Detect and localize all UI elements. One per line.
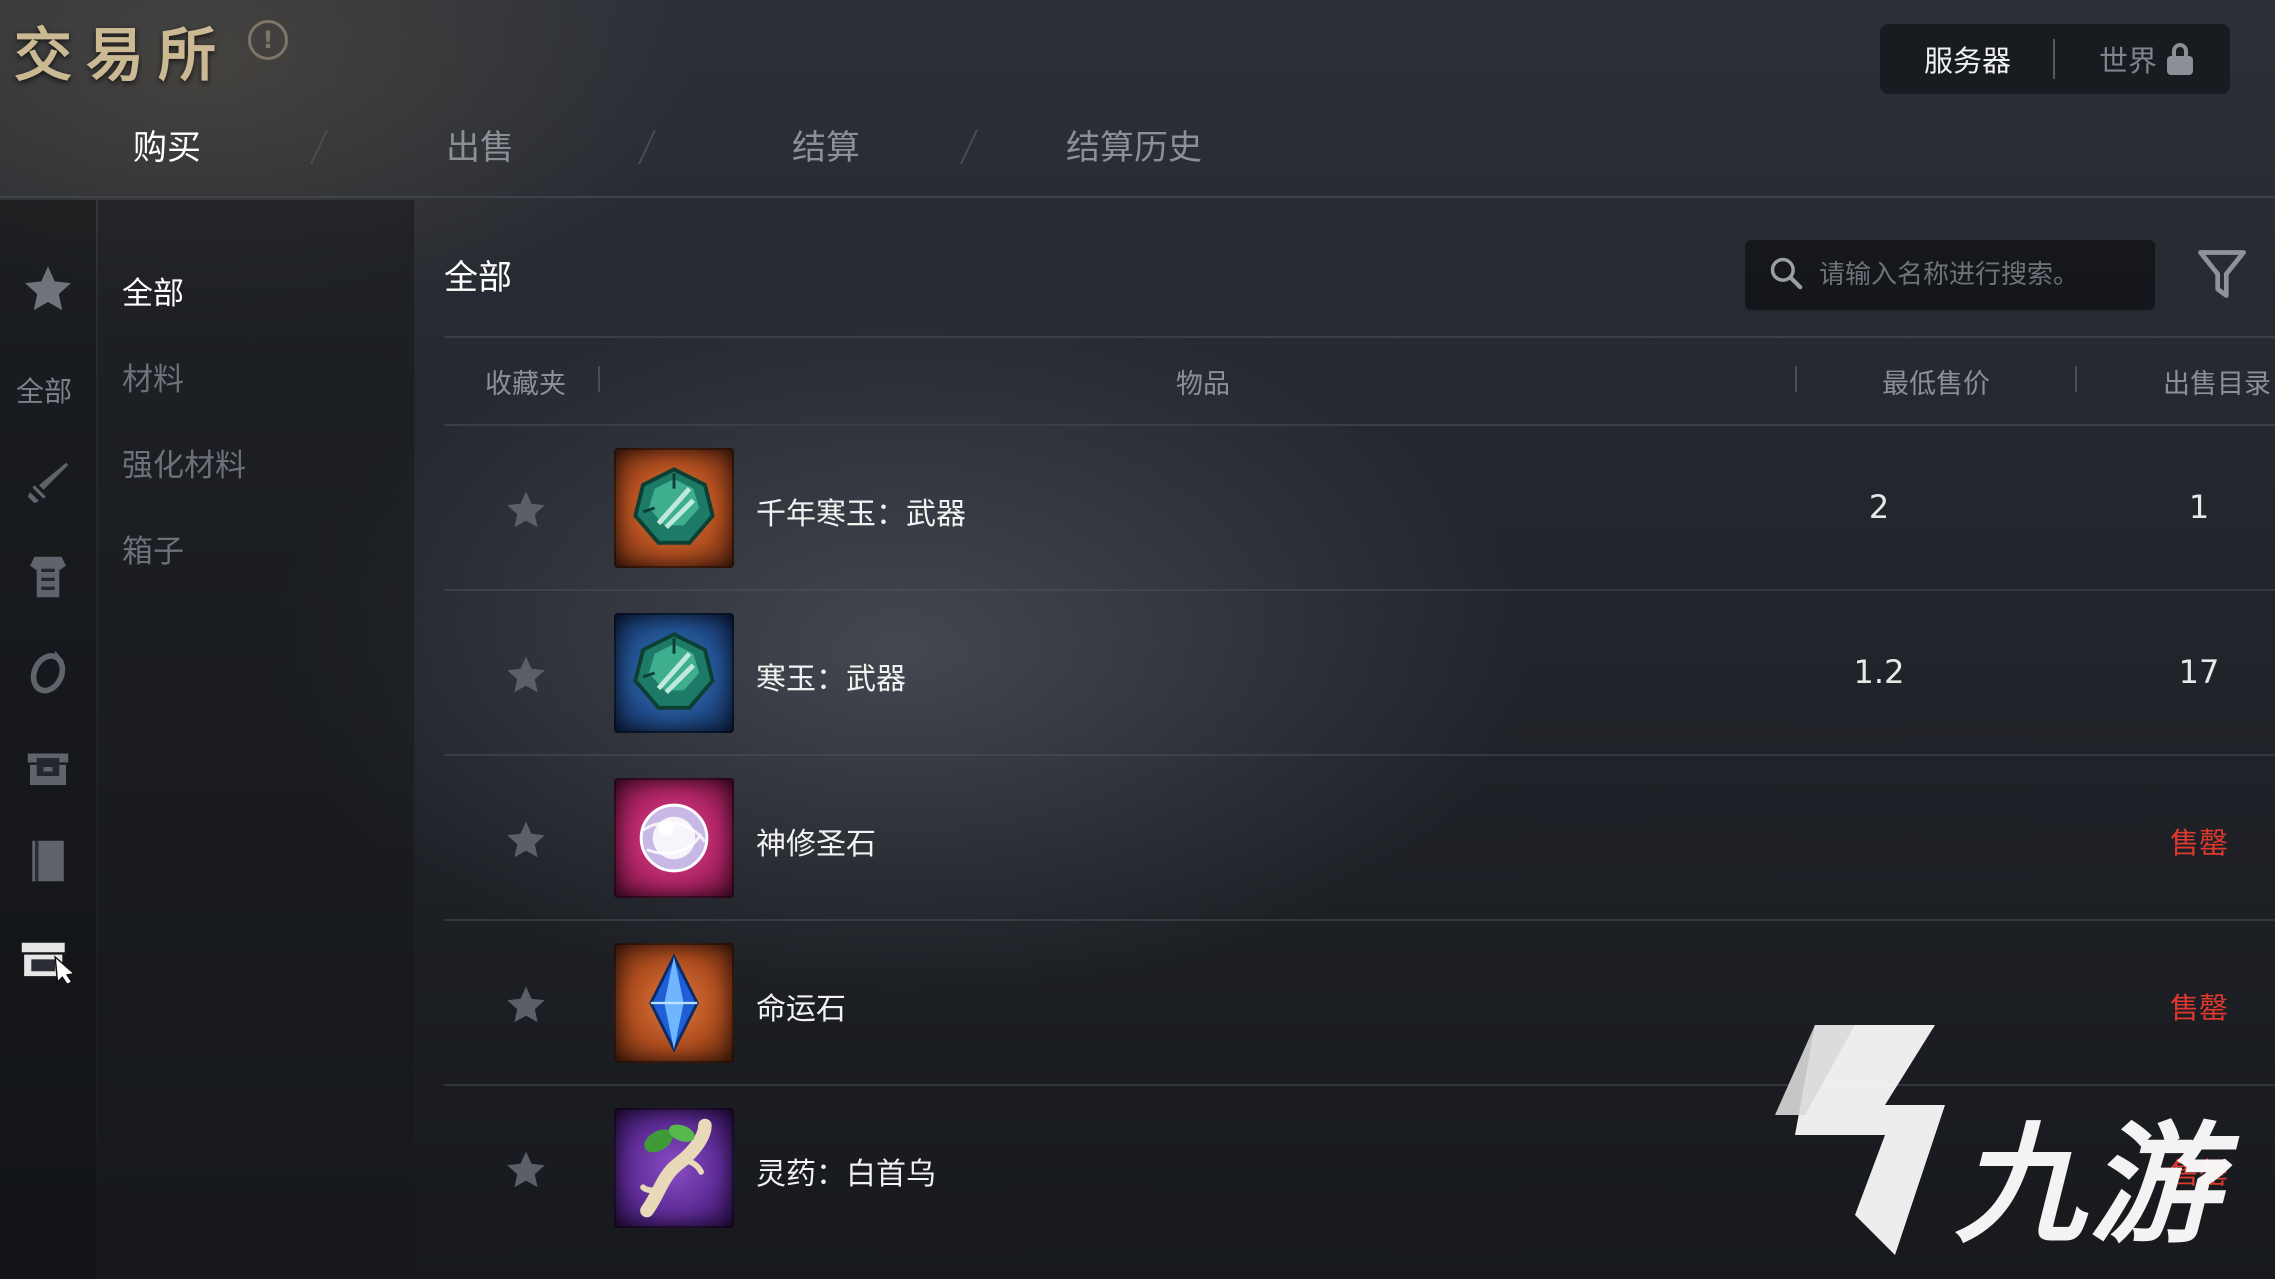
watermark-logo: 九游 [1775,1025,2245,1261]
herb-root-icon [614,1108,734,1228]
category-item-materials[interactable]: 材料 [122,354,184,399]
main-tabs: 购买 出售 结算 结算历史 [0,110,1300,190]
info-icon[interactable]: ! [248,20,288,60]
tab-sell[interactable]: 出售 [446,120,514,169]
category-item-all[interactable]: 全部 [122,268,184,313]
favorites-star-icon[interactable] [0,262,96,316]
destiny-crystal-icon [614,943,734,1063]
armor-icon[interactable] [0,550,96,604]
favorite-star-icon[interactable] [504,818,548,862]
header-divider [0,196,2275,198]
sold-out-label: 售罄 [2169,826,2228,860]
table-row[interactable]: 千年寒玉：武器 2 1 [444,426,2275,591]
tab-separator [638,130,656,164]
jade-stone-icon [614,448,734,568]
column-separator [598,366,600,392]
column-header-item[interactable]: 物品 [1176,362,1230,401]
item-name: 命运石 [756,992,846,1027]
sword-icon[interactable] [0,456,96,510]
holy-orb-icon [614,778,734,898]
item-name: 寒玉：武器 [756,662,906,697]
section-heading: 全部 [444,258,512,298]
page-title: 交易所 [14,21,231,89]
category-item-enhancement-materials[interactable]: 强化材料 [122,440,246,485]
item-name: 灵药：白首乌 [756,1157,936,1192]
category-icon-rail: 全部 [0,200,96,1279]
column-separator [2075,366,2077,392]
search-icon [1767,254,1805,296]
tab-separator [310,130,328,164]
table-top-border [444,336,2275,338]
table-row[interactable]: 寒玉：武器 1.2 17 [444,591,2275,756]
rail-all-label[interactable]: 全部 [0,370,88,410]
favorite-star-icon[interactable] [504,1148,548,1192]
world-option[interactable]: 世界 [2055,38,2194,80]
trade-item-icon[interactable] [0,928,96,986]
search-box [1745,240,2155,310]
category-item-boxes[interactable]: 箱子 [122,526,184,571]
treasure-chest-icon[interactable] [0,740,96,794]
tab-settlement-history[interactable]: 结算历史 [1066,120,1202,169]
column-separator [1795,366,1797,392]
listing-count: 1 [2188,488,2210,526]
jade-stone-icon [614,613,734,733]
lock-icon [2167,43,2194,75]
min-price: 1.2 [1853,653,1905,691]
favorite-star-icon[interactable] [504,653,548,697]
item-name: 神修圣石 [756,827,876,862]
tab-settlement[interactable]: 结算 [792,120,860,169]
server-option[interactable]: 服务器 [1880,38,2053,80]
server-scope-toggle: 服务器 世界 [1880,24,2230,94]
category-list: 全部 材料 强化材料 箱子 [98,200,414,1279]
item-name: 千年寒玉：武器 [756,497,966,532]
book-icon[interactable] [0,834,96,888]
search-input[interactable] [1819,260,2149,290]
ring-icon[interactable] [0,644,96,698]
favorite-star-icon[interactable] [504,488,548,532]
tab-buy[interactable]: 购买 [133,120,201,169]
min-price: 2 [1868,488,1890,526]
column-header-favorite[interactable]: 收藏夹 [485,362,566,401]
sold-out-label: 售罄 [2169,991,2228,1025]
watermark-text: 九游 [1955,1109,2224,1261]
tab-separator [960,130,978,164]
table-row[interactable]: 神修圣石 售罄 [444,756,2275,921]
column-header-listings[interactable]: 出售目录 [2163,362,2271,401]
column-header-min-price[interactable]: 最低售价 [1882,362,1990,401]
world-option-label: 世界 [2099,44,2158,78]
favorite-star-icon[interactable] [504,983,548,1027]
filter-icon[interactable] [2196,246,2248,302]
listing-count: 17 [2178,653,2220,691]
